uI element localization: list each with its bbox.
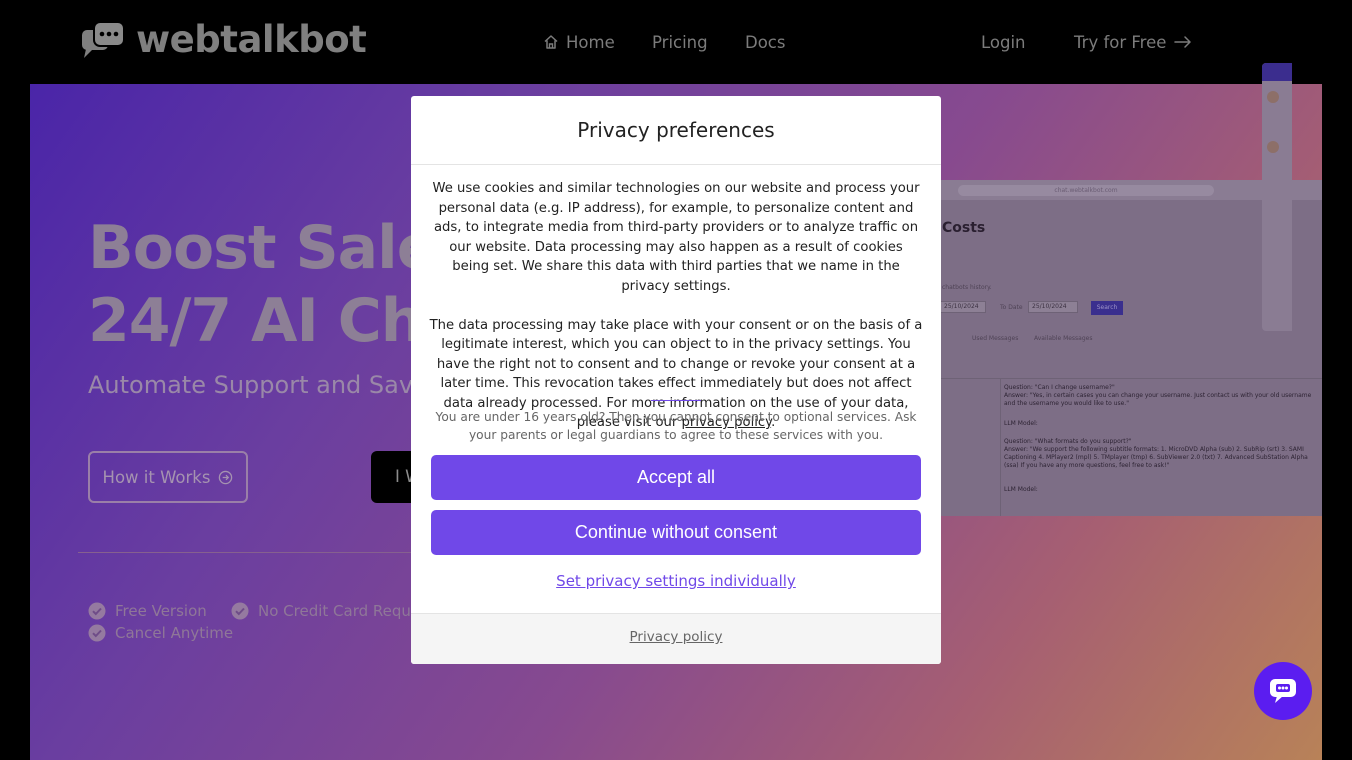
dialog-divider	[411, 164, 941, 165]
nav-home-label: Home	[566, 32, 615, 52]
mock-page-title: Costs	[942, 220, 986, 236]
continue-without-consent-button[interactable]: Continue without consent	[431, 510, 921, 555]
check-circle-icon	[231, 602, 249, 620]
feature-label: Cancel Anytime	[115, 624, 234, 642]
mock-separator	[910, 378, 1322, 379]
arrow-right-icon	[1174, 36, 1192, 48]
mock-to-date: 25/10/2024	[1028, 301, 1078, 313]
dialog-footer: Privacy policy	[411, 613, 941, 664]
feature-free-version: Free Version	[88, 602, 207, 620]
mock-column-divider	[1000, 378, 1001, 516]
dialog-title: Privacy preferences	[577, 118, 775, 142]
nav-docs[interactable]: Docs	[745, 28, 785, 56]
how-it-works-button[interactable]: How it Works	[88, 451, 248, 503]
accept-all-button[interactable]: Accept all	[431, 455, 921, 500]
chat-launcher-button[interactable]	[1254, 662, 1312, 720]
footer-privacy-policy-link[interactable]: Privacy policy	[411, 629, 941, 645]
try-for-free-link[interactable]: Try for Free	[1074, 28, 1192, 56]
privacy-consent-dialog: Privacy preferences We use cookies and s…	[411, 96, 941, 664]
mock-question-1: Question: "Can I change username?"	[1004, 384, 1115, 391]
set-privacy-individually-link[interactable]: Set privacy settings individually	[411, 572, 941, 590]
avatar	[1267, 141, 1279, 153]
dialog-body[interactable]: We use cookies and similar technologies …	[429, 179, 923, 433]
mock-history-note: chatbots history.	[942, 284, 992, 291]
feature-label: No Credit Card Requir	[258, 602, 422, 620]
mock-to-date-label: To Date	[1000, 304, 1023, 311]
chat-launcher-icon	[1270, 679, 1296, 703]
mock-answer-1: Answer: "Yes, in certain cases you can c…	[1004, 392, 1312, 407]
page: webtalkbot Home Pricing Docs Login Try f…	[0, 0, 1352, 760]
mock-question-2: Question: "What formats do you support?"	[1004, 438, 1132, 445]
mock-chat-panel-header	[1262, 63, 1292, 81]
brand-logo[interactable]: webtalkbot	[80, 18, 367, 62]
product-screenshot: chat.webtalkbot.com Costs chatbots histo…	[910, 180, 1322, 516]
feature-cancel-anytime: Cancel Anytime	[88, 624, 233, 642]
check-circle-icon	[88, 624, 106, 642]
nav-pricing[interactable]: Pricing	[652, 28, 708, 56]
logo-chat-icon	[82, 21, 125, 58]
avatar	[1267, 91, 1279, 103]
feature-label: Free Version	[115, 602, 207, 620]
consent-paragraph-1: We use cookies and similar technologies …	[432, 181, 920, 294]
mock-url: chat.webtalkbot.com	[958, 185, 1214, 196]
try-for-free-label: Try for Free	[1074, 32, 1167, 52]
brand-name: webtalkbot	[136, 18, 367, 61]
mock-browser-bar: chat.webtalkbot.com	[910, 180, 1322, 200]
nav-login[interactable]: Login	[981, 28, 1026, 56]
feature-no-credit-card: No Credit Card Requir	[231, 602, 421, 620]
age-notice: You are under 16 years old? Then you can…	[435, 410, 917, 442]
mock-used-messages: Used Messages	[972, 335, 1019, 342]
hero-subtitle: Automate Support and Save T	[88, 371, 451, 399]
mock-llm-2: LLM Model:	[1004, 486, 1038, 493]
mock-from-date: 25/10/2024	[940, 301, 986, 313]
mock-available-messages: Available Messages	[1034, 335, 1093, 342]
mock-chat-panel	[1262, 63, 1292, 331]
mock-llm-1: LLM Model:	[1004, 420, 1038, 427]
scroll-indicator	[651, 400, 701, 401]
check-circle-icon	[88, 602, 106, 620]
nav-home[interactable]: Home	[543, 28, 615, 56]
mock-answer-2: Answer: "We support the following subtit…	[1004, 446, 1308, 469]
home-icon	[544, 35, 558, 49]
top-navigation: webtalkbot Home Pricing Docs Login Try f…	[0, 0, 1352, 84]
how-it-works-label: How it Works	[102, 467, 211, 487]
mock-search-button: Search	[1091, 301, 1123, 315]
circle-arrow-icon	[219, 470, 233, 484]
